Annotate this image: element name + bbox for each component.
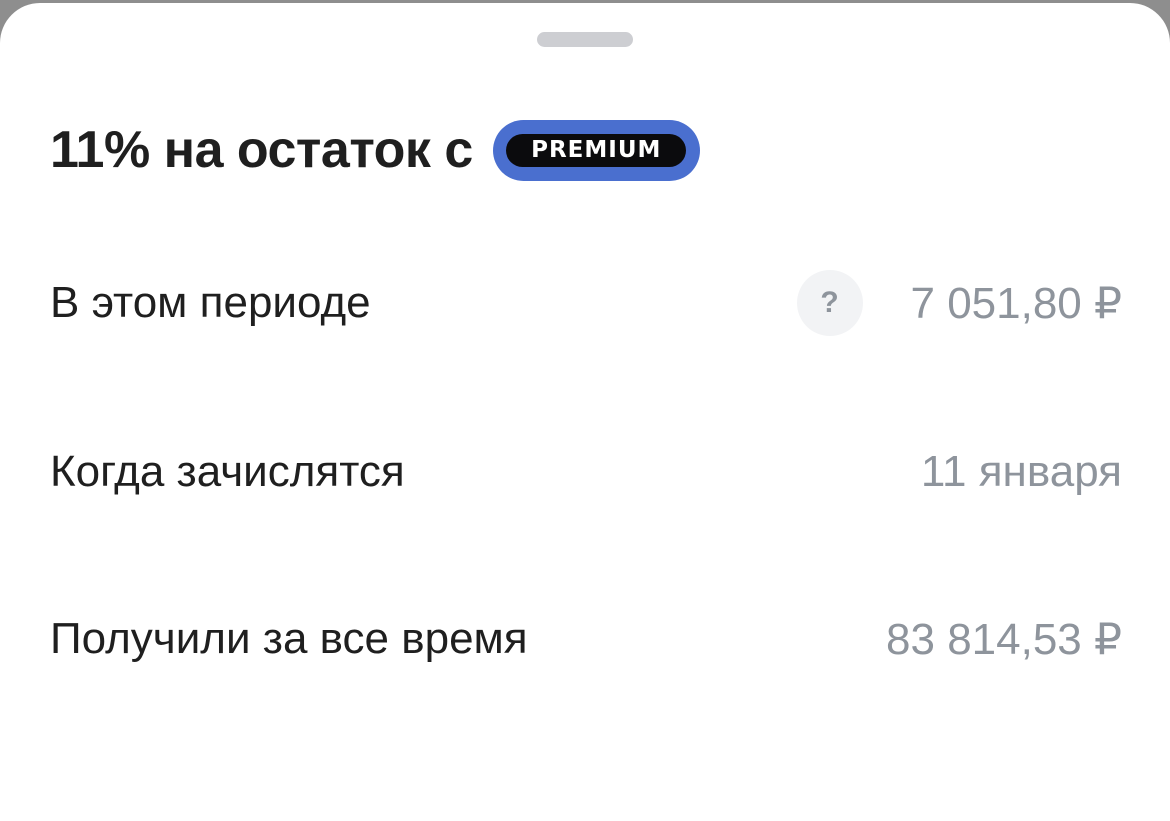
row-label: Получили за все время [50, 614, 528, 663]
row-total-received: Получили за все время 83 814,53 ₽ [50, 609, 1122, 669]
sheet-title: 11% на остаток с [50, 121, 473, 179]
sheet-grabber-handle[interactable] [537, 32, 633, 47]
row-value: 7 051,80 ₽ [910, 278, 1123, 328]
row-label: В этом периоде [50, 278, 371, 327]
row-value: 83 814,53 ₽ [886, 614, 1122, 664]
bottom-sheet: 11% на остаток с PREMIUM В этом периоде … [0, 3, 1170, 821]
row-label: Когда зачислятся [50, 447, 405, 496]
row-credit-date: Когда зачислятся 11 января [50, 442, 1122, 502]
question-glyph: ? [820, 286, 839, 319]
premium-badge-label: PREMIUM [506, 133, 687, 167]
header: 11% на остаток с PREMIUM [50, 115, 700, 185]
row-this-period: В этом периоде ? 7 051,80 ₽ [50, 270, 1123, 336]
question-icon[interactable]: ? [796, 270, 863, 336]
premium-badge: PREMIUM [492, 119, 700, 181]
row-value: 11 января [920, 447, 1122, 496]
